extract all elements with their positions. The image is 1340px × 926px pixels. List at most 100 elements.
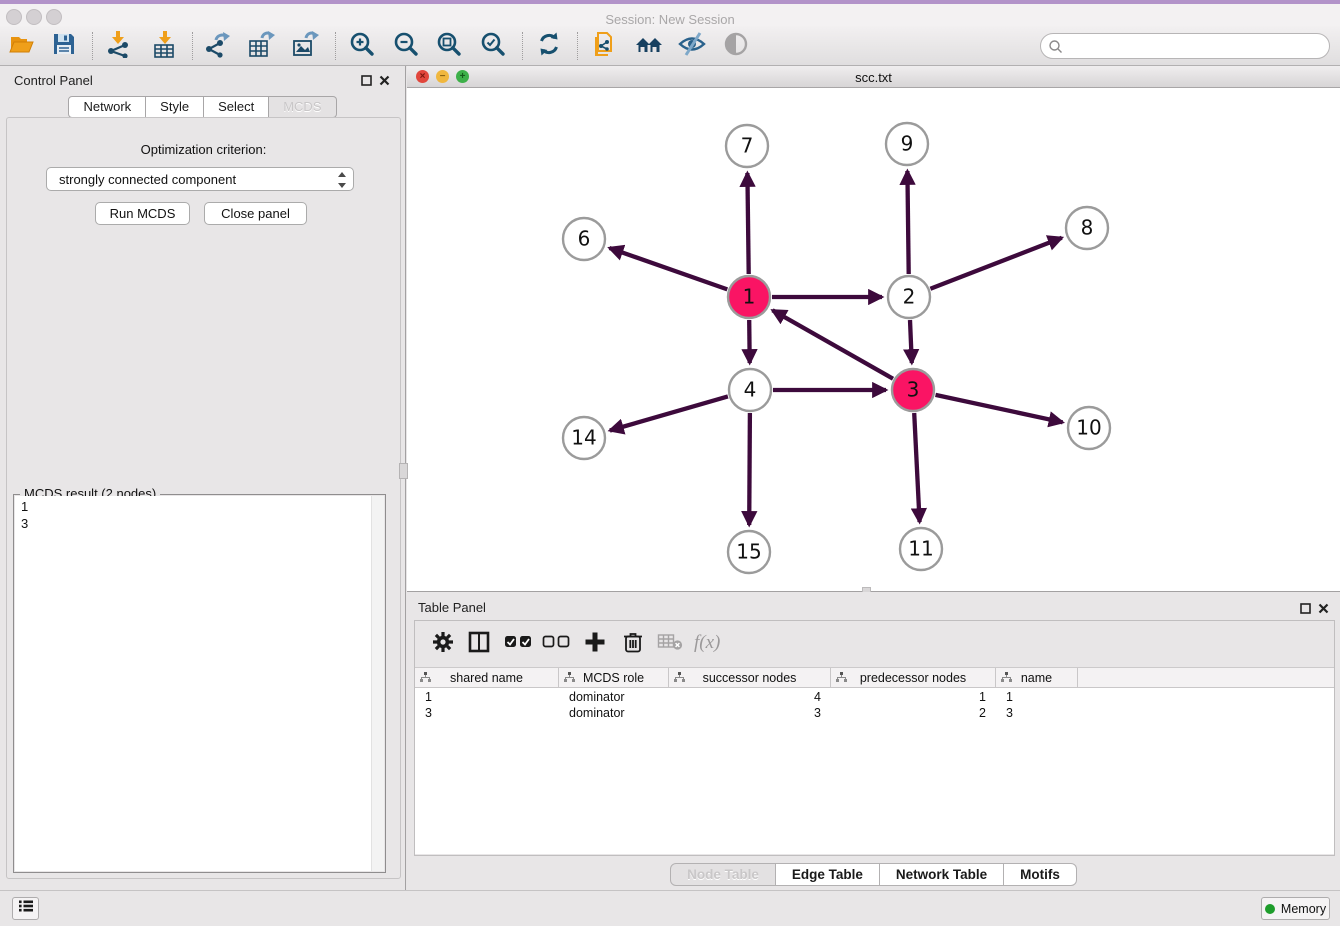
graph-node-10[interactable]: 10 xyxy=(1068,407,1110,449)
svg-text:14: 14 xyxy=(571,426,596,450)
graph-node-14[interactable]: 14 xyxy=(563,417,605,459)
delete-column-button[interactable] xyxy=(616,628,650,660)
node-table: shared nameMCDS rolesuccessor nodesprede… xyxy=(415,668,1334,854)
float-table-panel-icon[interactable] xyxy=(1297,600,1313,616)
delete-table-button[interactable] xyxy=(653,628,687,660)
svg-text:f(x): f(x) xyxy=(694,632,720,653)
tab-node-table[interactable]: Node Table xyxy=(670,863,776,886)
graph-edge-2-3[interactable] xyxy=(910,320,912,363)
tab-network-table[interactable]: Network Table xyxy=(880,863,1004,886)
graph-node-2[interactable]: 2 xyxy=(888,276,930,318)
close-table-panel-icon[interactable] xyxy=(1315,600,1331,616)
graph-node-9[interactable]: 9 xyxy=(886,123,928,165)
graph-node-1[interactable]: 1 xyxy=(728,276,770,318)
svg-text:1: 1 xyxy=(743,285,756,309)
result-scrollbar[interactable] xyxy=(371,496,384,871)
import-network-button[interactable] xyxy=(101,29,135,63)
mcds-result-text[interactable]: 1 3 xyxy=(21,498,28,532)
table-row[interactable]: 1dominator411 xyxy=(415,689,1334,705)
graph-edge-2-8[interactable] xyxy=(930,238,1061,289)
network-close-icon[interactable]: × xyxy=(416,70,429,83)
status-bar: Memory xyxy=(0,890,1340,926)
close-panel-button[interactable]: Close panel xyxy=(204,202,307,225)
graph-node-4[interactable]: 4 xyxy=(729,369,771,411)
run-mcds-button[interactable]: Run MCDS xyxy=(95,202,190,225)
graph-edge-1-6[interactable] xyxy=(610,248,728,289)
new-network-button[interactable] xyxy=(588,29,622,63)
import-table-button[interactable] xyxy=(148,29,182,63)
table-tabs: Node TableEdge TableNetwork TableMotifs xyxy=(407,863,1340,886)
zoom-selected-button[interactable] xyxy=(476,29,510,63)
tab-motifs[interactable]: Motifs xyxy=(1004,863,1077,886)
criterion-dropdown[interactable]: strongly connected component xyxy=(46,167,354,191)
zoom-fit-icon xyxy=(435,30,463,63)
task-history-button[interactable] xyxy=(12,897,39,920)
select-all-button[interactable] xyxy=(501,628,535,660)
close-panel-icon[interactable] xyxy=(376,72,392,88)
table-settings-button[interactable] xyxy=(426,628,460,660)
split-divider-handle[interactable] xyxy=(399,463,408,479)
home-networks-button[interactable] xyxy=(632,29,666,63)
style-visibility-button[interactable] xyxy=(675,29,709,63)
search-input[interactable] xyxy=(1067,36,1321,58)
network-graph[interactable]: 1 2 3 4 6 7 8 9 10 11 14 15 xyxy=(407,88,1340,591)
table-panel: Table Panel xyxy=(407,592,1340,890)
column-header-successor-nodes[interactable]: successor nodes xyxy=(669,668,831,687)
table-row[interactable]: 3dominator323 xyxy=(415,705,1334,721)
save-session-button[interactable] xyxy=(47,29,81,63)
tab-network[interactable]: Network xyxy=(68,96,146,118)
graph-edge-4-15[interactable] xyxy=(749,413,750,525)
graph-node-8[interactable]: 8 xyxy=(1066,207,1108,249)
deselect-all-button[interactable] xyxy=(539,628,573,660)
table-header-row: shared nameMCDS rolesuccessor nodesprede… xyxy=(415,668,1334,688)
graph-edge-3-11[interactable] xyxy=(914,413,919,522)
column-type-icon xyxy=(420,672,431,686)
graph-edge-1-4[interactable] xyxy=(749,320,750,363)
graph-node-11[interactable]: 11 xyxy=(900,528,942,570)
fx-icon: f(x) xyxy=(692,630,732,659)
graph-edge-2-9[interactable] xyxy=(907,171,908,274)
column-header-predecessor-nodes[interactable]: predecessor nodes xyxy=(831,668,996,687)
tab-edge-table[interactable]: Edge Table xyxy=(776,863,880,886)
graph-node-6[interactable]: 6 xyxy=(563,218,605,260)
zoom-selected-icon xyxy=(479,30,507,63)
export-image-button[interactable] xyxy=(288,29,322,63)
mcds-tab-content: Optimization criterion: strongly connect… xyxy=(6,117,401,879)
network-minimize-icon[interactable]: − xyxy=(436,70,449,83)
apply-layout-button[interactable] xyxy=(532,29,566,63)
svg-text:9: 9 xyxy=(901,132,914,156)
column-header-MCDS-role[interactable]: MCDS role xyxy=(559,668,669,687)
memory-status-dot xyxy=(1265,904,1275,914)
show-columns-button[interactable] xyxy=(462,628,496,660)
create-column-button[interactable] xyxy=(578,628,612,660)
float-panel-icon[interactable] xyxy=(358,72,374,88)
open-session-button[interactable] xyxy=(5,29,39,63)
graph-edge-4-14[interactable] xyxy=(610,396,728,430)
unchecked-boxes-icon xyxy=(542,635,570,654)
tab-select[interactable]: Select xyxy=(204,96,269,118)
graph-node-7[interactable]: 7 xyxy=(726,125,768,167)
show-hide-details-button[interactable] xyxy=(719,29,753,63)
graph-node-3[interactable]: 3 xyxy=(892,369,934,411)
zoom-out-button[interactable] xyxy=(389,29,423,63)
column-header-shared-name[interactable]: shared name xyxy=(415,668,559,687)
column-type-icon xyxy=(1001,672,1012,686)
search-box xyxy=(1040,33,1330,59)
zoom-fit-button[interactable] xyxy=(432,29,466,63)
export-table-button[interactable] xyxy=(244,29,278,63)
svg-text:3: 3 xyxy=(907,378,920,402)
network-maximize-icon[interactable]: + xyxy=(456,70,469,83)
function-builder-button[interactable]: f(x) xyxy=(691,628,733,660)
graph-edge-3-10[interactable] xyxy=(936,395,1063,422)
memory-button[interactable]: Memory xyxy=(1261,897,1330,920)
graph-node-15[interactable]: 15 xyxy=(728,531,770,573)
tab-style[interactable]: Style xyxy=(146,96,204,118)
zoom-in-button[interactable] xyxy=(345,29,379,63)
tab-mcds[interactable]: MCDS xyxy=(269,96,336,118)
graph-edge-1-7[interactable] xyxy=(747,173,748,274)
criterion-value: strongly connected component xyxy=(59,172,236,187)
export-network-button[interactable] xyxy=(201,29,235,63)
checked-boxes-icon xyxy=(504,635,532,654)
graph-edge-3-1[interactable] xyxy=(773,310,894,378)
column-header-name[interactable]: name xyxy=(996,668,1078,687)
